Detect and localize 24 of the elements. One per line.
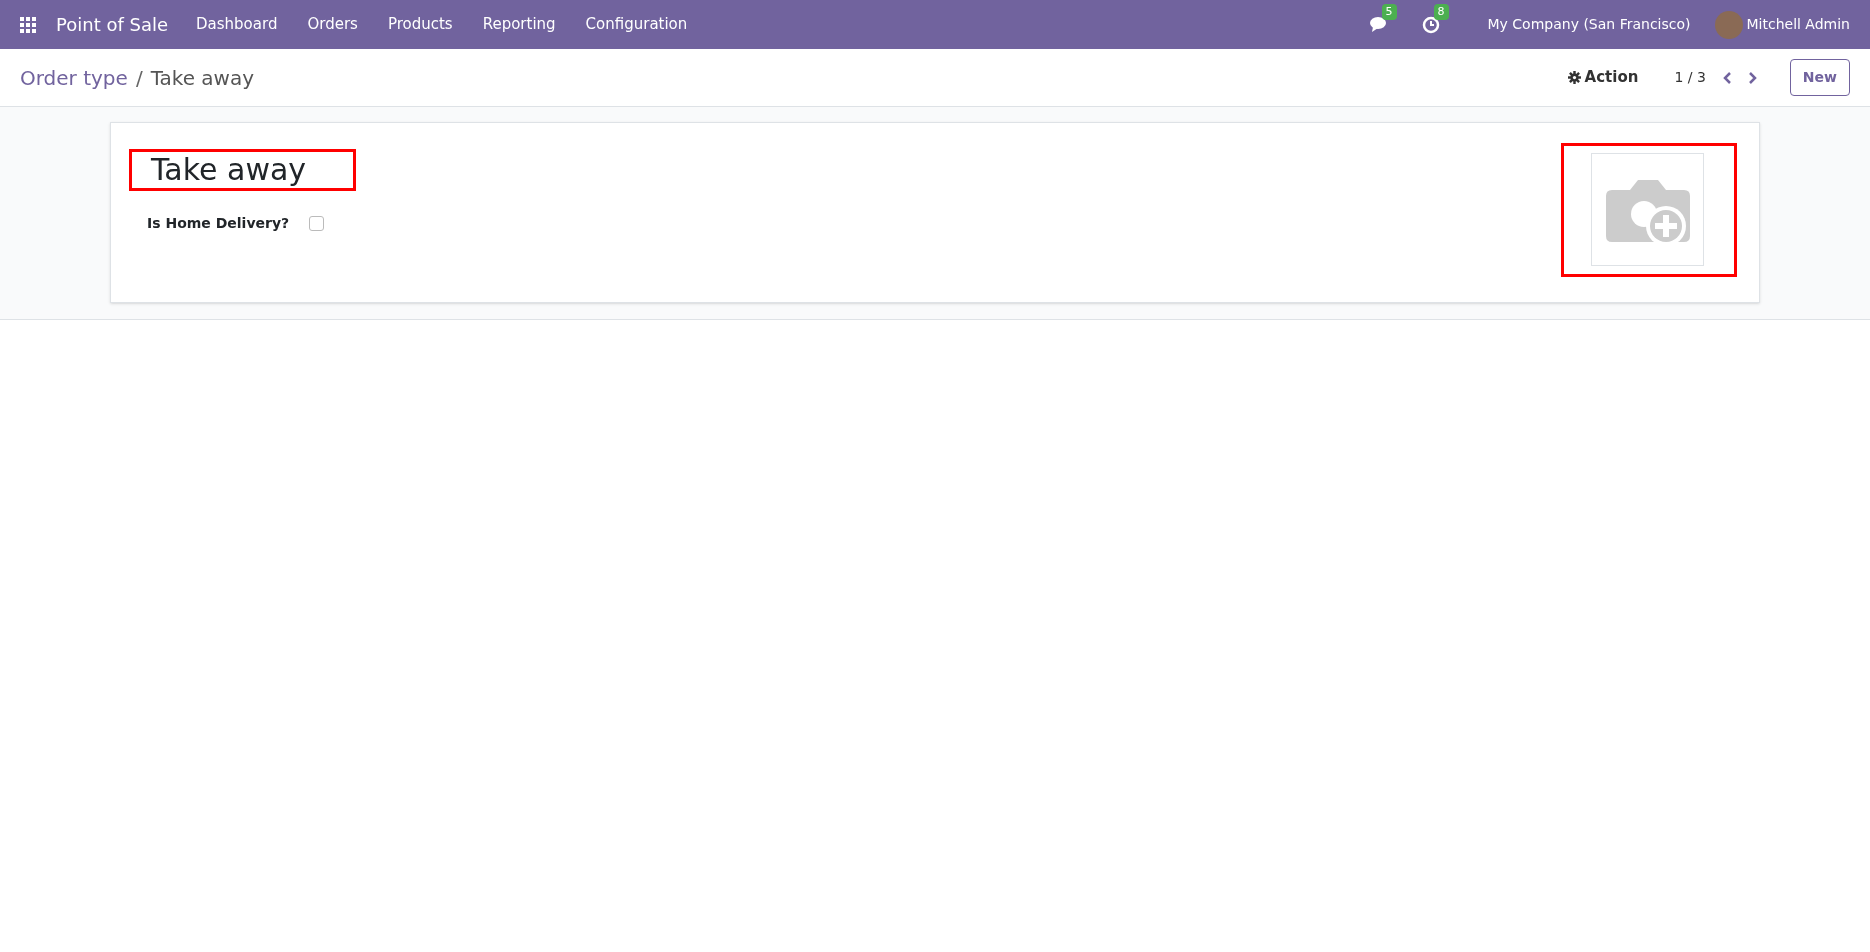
- pager-value: 1 / 3: [1674, 68, 1706, 87]
- message-count-badge: 5: [1381, 3, 1397, 20]
- previous-icon[interactable]: [1721, 70, 1732, 85]
- record-name[interactable]: Take away: [151, 145, 325, 195]
- breadcrumb-separator: /: [135, 64, 143, 92]
- checkbox[interactable]: [309, 216, 325, 231]
- gear-icon: [1567, 71, 1581, 84]
- menu-item[interactable]: Dashboard: [196, 13, 278, 36]
- menu-item[interactable]: Reporting: [482, 13, 556, 36]
- user-menu[interactable]: Mitchell Admin: [1746, 14, 1850, 35]
- activity-count-badge: 8: [1433, 3, 1449, 20]
- action-button[interactable]: Action: [1567, 66, 1639, 89]
- menu-item[interactable]: Products: [387, 13, 453, 36]
- next-icon[interactable]: [1747, 70, 1758, 85]
- clock-icon[interactable]: [1421, 15, 1440, 34]
- app-name[interactable]: Point of Sale: [56, 11, 169, 38]
- menu-item[interactable]: Orders: [307, 13, 358, 36]
- company-switcher[interactable]: My Company (San Francisco): [1487, 14, 1691, 35]
- apps-grid-icon[interactable]: [20, 16, 36, 33]
- breadcrumb-current: Take away: [150, 64, 255, 92]
- field-label: Is Home Delivery?: [147, 214, 290, 233]
- new-button[interactable]: New: [1789, 59, 1850, 96]
- menu-item[interactable]: Configuration: [585, 13, 688, 36]
- breadcrumb-link[interactable]: Order type: [20, 62, 128, 93]
